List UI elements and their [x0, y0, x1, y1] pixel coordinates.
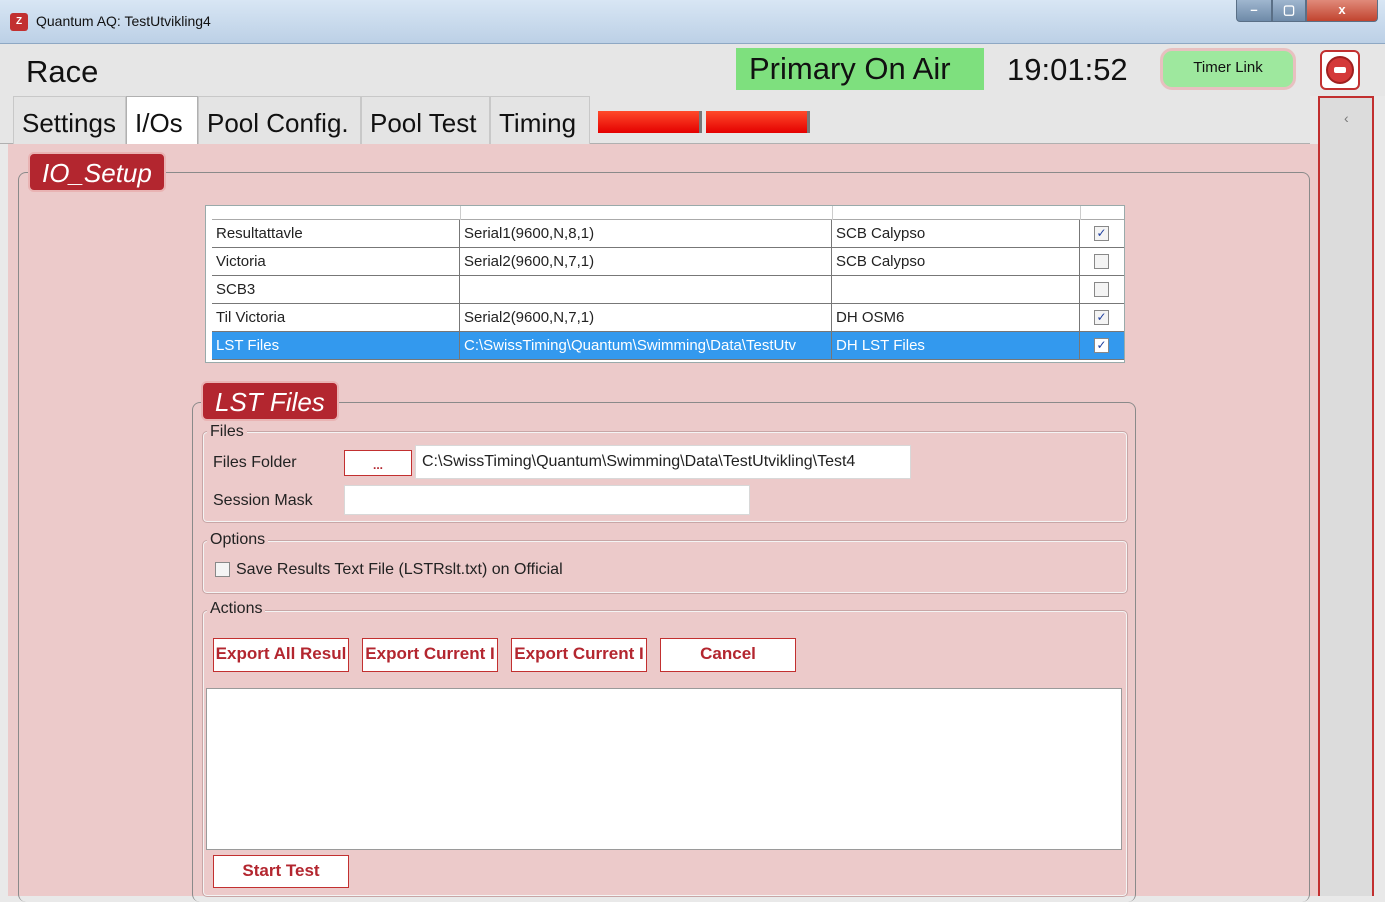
status-indicator-1 [598, 111, 702, 133]
chevron-left-icon[interactable]: ‹ [1344, 110, 1349, 126]
enabled-checkbox[interactable]: ✓ [1094, 310, 1109, 325]
tab-pool-config[interactable]: Pool Config. [198, 96, 361, 144]
files-folder-input[interactable]: C:\SwissTiming\Quantum\Swimming\Data\Tes… [415, 445, 911, 479]
export-current-button-1[interactable]: Export Current I [362, 638, 498, 672]
io-device [832, 276, 1080, 304]
clock-display: 19:01:52 [1007, 52, 1128, 87]
cancel-button[interactable]: Cancel [660, 638, 796, 672]
table-row[interactable]: Til Victoria Serial2(9600,N,7,1) DH OSM6… [212, 304, 1124, 332]
enabled-checkbox[interactable]: ✓ [1094, 338, 1109, 353]
io-setup-title: IO_Setup [28, 152, 166, 192]
io-device: DH OSM6 [832, 304, 1080, 332]
io-name: Resultattavle [212, 220, 460, 248]
timer-link-button[interactable]: Timer Link [1160, 48, 1296, 90]
right-sidebar: ‹ [1318, 96, 1374, 896]
io-name: SCB3 [212, 276, 460, 304]
options-section-title: Options [207, 531, 269, 549]
io-device: SCB Calypso [832, 220, 1080, 248]
io-table: Resultattavle Serial1(9600,N,8,1) SCB Ca… [205, 205, 1125, 363]
io-port: Serial2(9600,N,7,1) [460, 248, 832, 276]
tab-timing[interactable]: Timing [490, 96, 590, 144]
io-name: LST Files [212, 332, 460, 360]
window-title: Quantum AQ: TestUtvikling4 [36, 13, 211, 29]
header-bar: Race Primary On Air 19:01:52 Timer Link [0, 44, 1385, 96]
export-all-results-button[interactable]: Export All Resul [213, 638, 349, 672]
minimize-button[interactable]: – [1236, 0, 1272, 22]
save-results-checkbox[interactable] [215, 562, 230, 577]
enabled-checkbox[interactable] [1094, 282, 1109, 297]
tab-bar: Settings I/Os Pool Config. Pool Test Tim… [0, 96, 1310, 144]
table-row[interactable]: Victoria Serial2(9600,N,7,1) SCB Calypso [212, 248, 1124, 276]
browse-folder-button[interactable]: ... [344, 450, 412, 476]
export-current-button-2[interactable]: Export Current I [511, 638, 647, 672]
close-button[interactable]: x [1306, 0, 1378, 22]
enabled-checkbox[interactable] [1094, 254, 1109, 269]
power-icon [1326, 56, 1354, 84]
save-results-label: Save Results Text File (LSTRslt.txt) on … [236, 561, 563, 578]
tab-pool-test[interactable]: Pool Test [361, 96, 490, 144]
io-port: Serial1(9600,N,8,1) [460, 220, 832, 248]
enabled-checkbox[interactable]: ✓ [1094, 226, 1109, 241]
io-port: C:\SwissTiming\Quantum\Swimming\Data\Tes… [460, 332, 832, 360]
actions-section-title: Actions [207, 600, 266, 618]
section-title: Race [26, 54, 99, 89]
on-air-status: Primary On Air [736, 48, 984, 90]
io-port: Serial2(9600,N,7,1) [460, 304, 832, 332]
files-section-title: Files [207, 423, 247, 441]
io-device: SCB Calypso [832, 248, 1080, 276]
table-header [212, 206, 1124, 220]
log-output [206, 688, 1122, 850]
table-row[interactable]: Resultattavle Serial1(9600,N,8,1) SCB Ca… [212, 220, 1124, 248]
io-name: Til Victoria [212, 304, 460, 332]
session-mask-input[interactable] [344, 485, 750, 515]
io-device: DH LST Files [832, 332, 1080, 360]
window-titlebar: Z Quantum AQ: TestUtvikling4 – ▢ x [0, 0, 1385, 44]
start-test-button[interactable]: Start Test [213, 855, 349, 888]
files-folder-label: Files Folder [213, 454, 297, 471]
io-name: Victoria [212, 248, 460, 276]
io-port [460, 276, 832, 304]
table-row-selected[interactable]: LST Files C:\SwissTiming\Quantum\Swimmin… [212, 332, 1124, 360]
status-indicator-2 [706, 111, 810, 133]
tab-ios[interactable]: I/Os [126, 96, 198, 144]
app-icon: Z [10, 13, 28, 31]
power-button[interactable] [1320, 50, 1360, 90]
tab-settings[interactable]: Settings [13, 96, 126, 144]
session-mask-label: Session Mask [213, 492, 313, 509]
maximize-button[interactable]: ▢ [1272, 0, 1306, 22]
lst-files-title: LST Files [201, 381, 339, 421]
table-row[interactable]: SCB3 [212, 276, 1124, 304]
